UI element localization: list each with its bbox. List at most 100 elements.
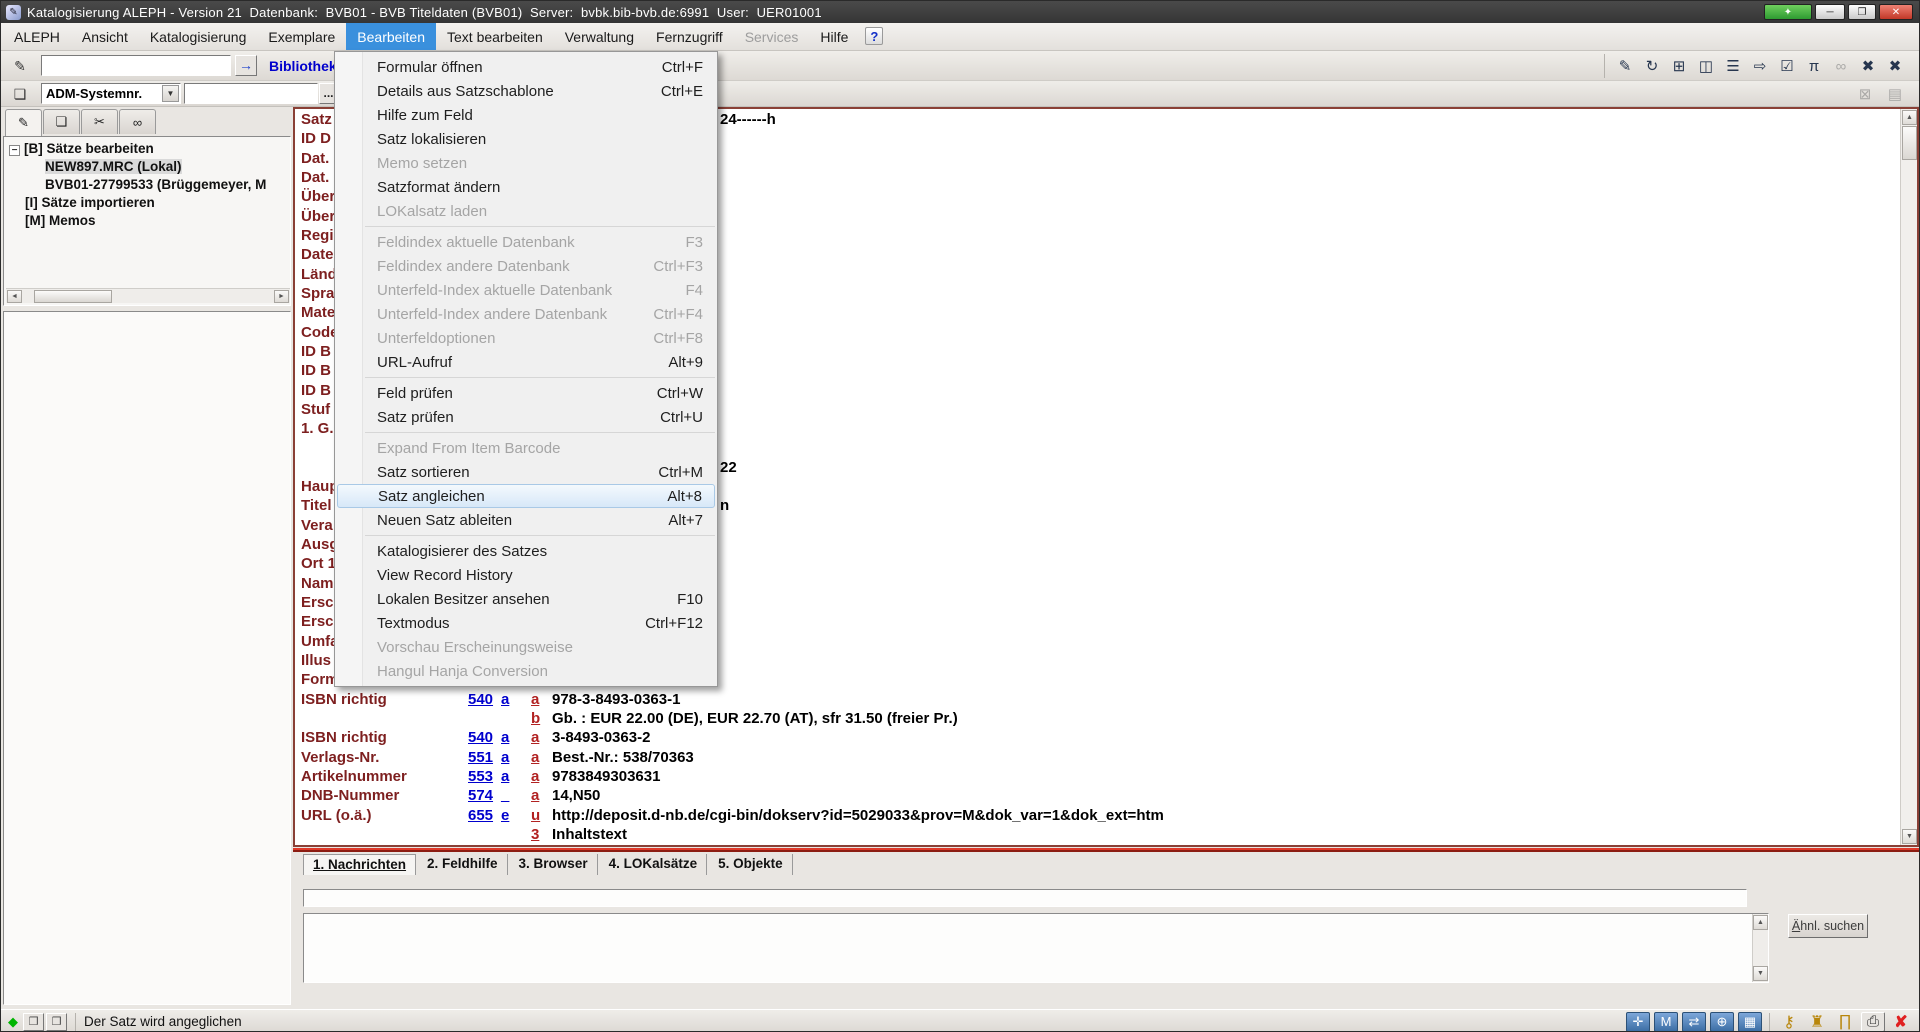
menu-item-feld-pr-fen[interactable]: Feld prüfenCtrl+W [335,381,717,405]
message-list-box[interactable]: ▲ ▼ [303,913,1769,983]
menu-item-satzformat-ndern[interactable]: Satzformat ändern [335,175,717,199]
record-field-value[interactable]: Inhaltstext [552,826,627,843]
scroll-left-icon[interactable]: ◄ [7,290,22,303]
record-subfield-code[interactable]: a [531,787,539,804]
menu-item-satz-lokalisieren[interactable]: Satz lokalisieren [335,127,717,151]
tab-1-nachrichten[interactable]: 1. Nachrichten [303,854,416,875]
close-button[interactable]: ✕ [1879,4,1913,20]
key-icon[interactable]: ⚷ [1777,1012,1801,1032]
record-subfield-code[interactable]: 3 [531,826,539,843]
record-subfield-code[interactable]: a [531,749,539,766]
menu-item-view-record-history[interactable]: View Record History [335,563,717,587]
push-record-icon[interactable]: ⇨ [1748,54,1772,78]
record-field-indicator[interactable]: e [501,807,509,824]
new-record-icon[interactable]: ✎ [1613,54,1637,78]
record-field-value[interactable]: http://deposit.d-nb.de/cgi-bin/dokserv?i… [552,807,1164,824]
search-value-input[interactable] [184,83,318,104]
menubar-item-text-bearbeiten[interactable]: Text bearbeiten [436,23,554,50]
scrollbar-thumb[interactable] [1902,126,1917,160]
tree-node-edit-records[interactable]: −[B] Sätze bearbeiten [4,140,290,158]
menubar-item-ansicht[interactable]: Ansicht [71,23,139,50]
tree-node-memos[interactable]: [M] Memos [4,212,290,230]
menubar-item-fernzugriff[interactable]: Fernzugriff [645,23,734,50]
record-field-value[interactable]: Best.-Nr.: 538/70363 [552,749,694,766]
menu-item-textmodus[interactable]: TextmodusCtrl+F12 [335,611,717,635]
record-field-value[interactable]: 3-8493-0363-2 [552,729,650,746]
menu-item-satz-angleichen[interactable]: Satz angleichenAlt+8 [337,484,715,508]
record-field-tag[interactable]: 551 [468,749,493,766]
box-icon[interactable]: ❒ [23,1013,44,1031]
swap-arrows-icon[interactable]: ⇄ [1682,1012,1706,1032]
record-tree-icon[interactable]: ⊞ [1667,54,1691,78]
menu-item-formular-ffnen[interactable]: Formular öffnenCtrl+F [335,55,717,79]
globe-icon[interactable]: ⊕ [1710,1012,1734,1032]
menu-item-satz-sortieren[interactable]: Satz sortierenCtrl+M [335,460,717,484]
tab-2-feldhilfe[interactable]: 2. Feldhilfe [418,854,508,875]
go-arrow-button[interactable]: → [235,55,257,76]
similar-search-button[interactable]: Ähnl. suchen [1788,914,1868,938]
bank-icon[interactable]: ∏ [1833,1012,1857,1032]
record-subfield-code[interactable]: u [531,807,540,824]
record-field-tag[interactable]: 540 [468,729,493,746]
check-record-icon[interactable]: ☑ [1775,54,1799,78]
cut-records-tab[interactable]: ✂ [81,109,118,134]
tree-expander-icon[interactable]: − [9,145,20,156]
record-vertical-scrollbar[interactable]: ▲ ▼ [1900,109,1917,845]
tab-3-browser[interactable]: 3. Browser [510,854,598,875]
menubar-item-katalogisierung[interactable]: Katalogisierung [139,23,258,50]
menubar-item-exemplare[interactable]: Exemplare [257,23,346,50]
record-field-tag[interactable]: 553 [468,768,493,785]
record-subfield-code[interactable]: a [531,729,539,746]
tree-node-bvb-record[interactable]: BVB01-27799533 (Brüggemeyer, M [4,176,290,194]
record-field-indicator[interactable]: a [501,768,509,785]
tower-icon[interactable]: ♜ [1805,1012,1829,1032]
tree-horizontal-scrollbar[interactable]: ◄ ► [6,288,290,303]
copy-records-tab[interactable]: ❏ [43,109,80,134]
record-field-tag[interactable]: 655 [468,807,493,824]
chevron-down-icon[interactable]: ▼ [162,85,179,102]
menu-item-url-aufruf[interactable]: URL-AufrufAlt+9 [335,350,717,374]
record-jump-input[interactable] [41,55,231,76]
record-field-value[interactable]: 14,N50 [552,787,600,804]
indicator-button[interactable]: ✦ [1764,4,1812,20]
search-records-tab[interactable]: ∞ [119,109,156,134]
search-type-combo[interactable]: ADM-Systemnr. ▼ [41,83,181,104]
help-icon[interactable]: ? [865,27,883,45]
record-field-indicator[interactable]: a [501,729,509,746]
menubar-item-hilfe[interactable]: Hilfe [809,23,859,50]
record-field-tag[interactable]: 540 [468,691,493,708]
tab-5-objekte[interactable]: 5. Objekte [709,854,793,875]
restore-button[interactable]: ❐ [1848,4,1876,20]
fit-screen-icon[interactable]: ✛ [1626,1012,1650,1032]
record-field-indicator[interactable]: a [501,691,509,708]
lasso-icon[interactable]: ↻ [1640,54,1664,78]
menu-item-hilfe-zum-feld[interactable]: Hilfe zum Feld [335,103,717,127]
record-subfield-code[interactable]: a [531,691,539,708]
edit-records-tab[interactable]: ✎ [5,109,42,136]
grid-icon[interactable]: ▦ [1738,1012,1762,1032]
tab-4-lokals-tze[interactable]: 4. LOKalsätze [600,854,708,875]
record-subfield-code[interactable]: a [531,768,539,785]
menubar-item-verwaltung[interactable]: Verwaltung [554,23,645,50]
minimize-button[interactable]: ─ [1815,4,1845,20]
record-subfield-code[interactable]: b [531,710,540,727]
printer-icon[interactable]: ⎙ [1861,1012,1885,1032]
menu-item-details-aus-satzschablone[interactable]: Details aus SatzschabloneCtrl+E [335,79,717,103]
close-x-icon[interactable]: ✘ [1889,1012,1913,1032]
record-field-value[interactable]: 978-3-8493-0363-1 [552,691,680,708]
tree-node-import-records[interactable]: [I] Sätze importieren [4,194,290,212]
close-all-records-icon[interactable]: ✖ [1883,54,1907,78]
scroll-up-icon[interactable]: ▲ [1902,110,1917,125]
menubar-item-bearbeiten[interactable]: Bearbeiten [346,23,436,50]
menu-item-lokalen-besitzer-ansehen[interactable]: Lokalen Besitzer ansehenF10 [335,587,717,611]
box-icon[interactable]: ❒ [46,1013,67,1031]
scroll-right-icon[interactable]: ► [274,290,289,303]
record-field-indicator[interactable]: a [501,749,509,766]
tree-node-local-record[interactable]: NEW897.MRC (Lokal) [4,158,290,176]
menubar-item-aleph[interactable]: ALEPH [3,23,71,50]
record-bar-icon[interactable]: ✎ [9,55,31,77]
record-field-tag[interactable]: 574 [468,787,493,804]
menu-item-satz-pr-fen[interactable]: Satz prüfenCtrl+U [335,405,717,429]
message-list-scrollbar[interactable]: ▲ ▼ [1752,914,1768,982]
scroll-up-icon[interactable]: ▲ [1753,915,1768,930]
